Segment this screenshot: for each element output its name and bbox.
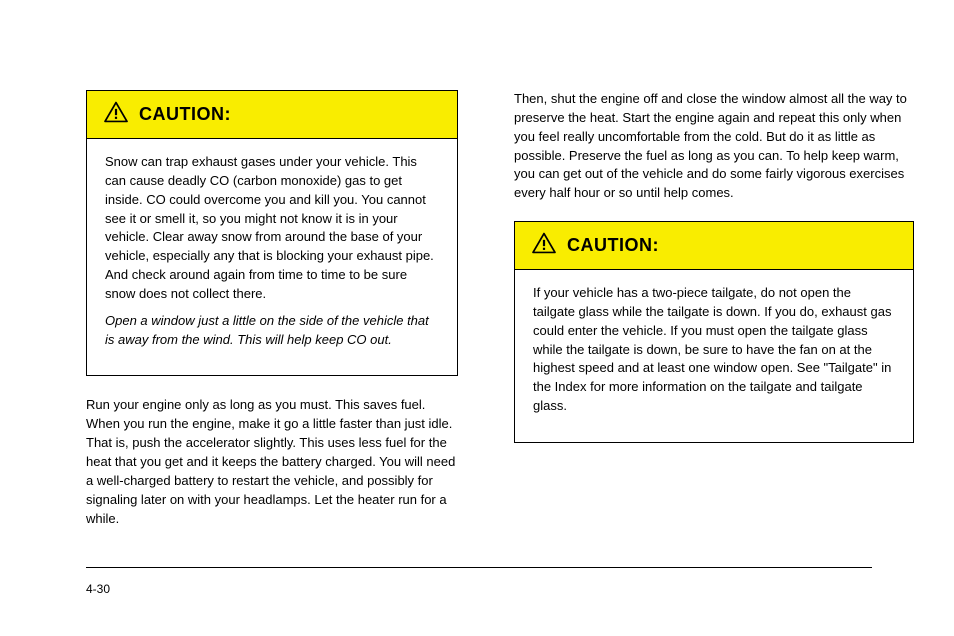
page-number: 4-30 — [86, 582, 110, 596]
page: CAUTION: Snow can trap exhaust gases und… — [0, 0, 954, 636]
caution-box-left: CAUTION: Snow can trap exhaust gases und… — [86, 90, 458, 376]
column-left: CAUTION: Snow can trap exhaust gases und… — [86, 90, 458, 538]
caution-body-right: If your vehicle has a two-piece tailgate… — [515, 270, 913, 442]
left-paragraph-1: Run your engine only as long as you must… — [86, 396, 458, 528]
footer-rule — [86, 567, 872, 569]
caution-body-left-p1: Snow can trap exhaust gases under your v… — [105, 153, 439, 304]
caution-body-left: Snow can trap exhaust gases under your v… — [87, 139, 457, 375]
caution-title-left: CAUTION: — [139, 104, 231, 125]
caution-header-right: CAUTION: — [515, 222, 913, 270]
caution-body-left-p2: Open a window just a little on the side … — [105, 313, 429, 347]
caution-box-right: CAUTION: If your vehicle has a two-piece… — [514, 221, 914, 443]
caution-body-right-p1: If your vehicle has a two-piece tailgate… — [533, 284, 895, 416]
warning-icon — [103, 101, 129, 128]
column-right: Then, shut the engine off and close the … — [514, 90, 914, 463]
right-upper-para: Then, shut the engine off and close the … — [514, 90, 914, 203]
warning-icon — [531, 232, 557, 259]
caution-title-right: CAUTION: — [567, 235, 659, 256]
caution-header-left: CAUTION: — [87, 91, 457, 139]
